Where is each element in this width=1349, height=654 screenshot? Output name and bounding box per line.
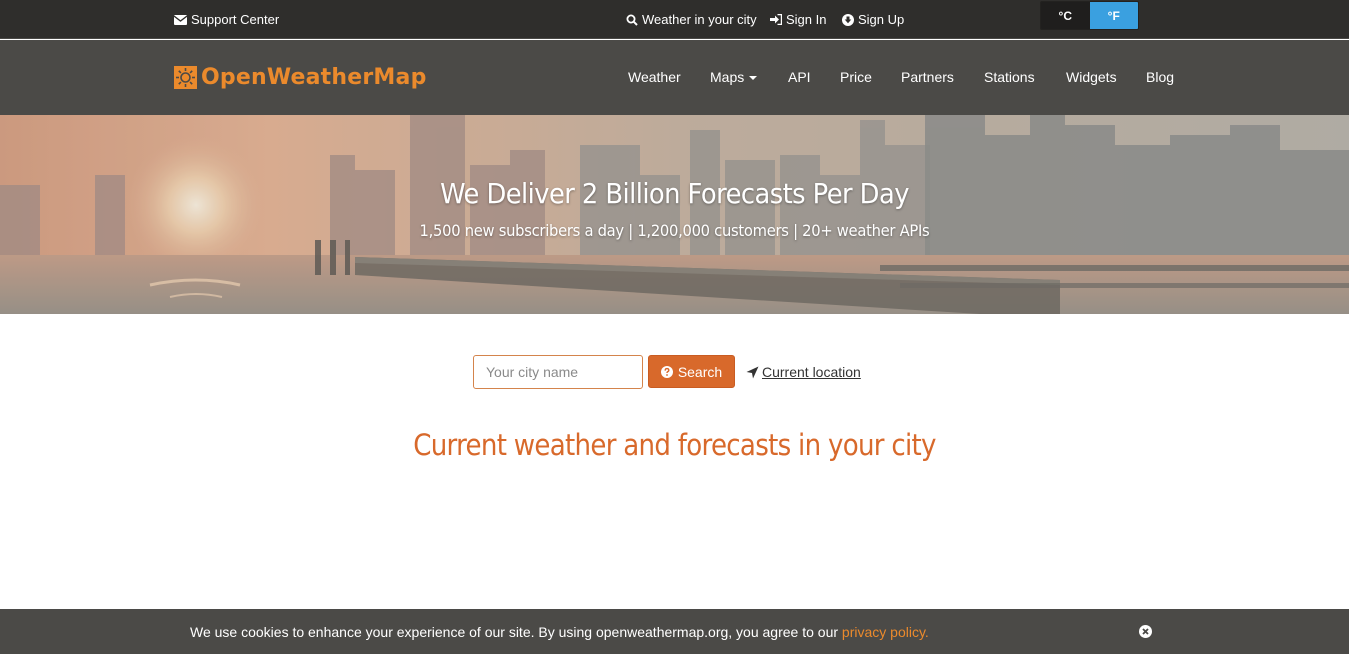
nav-item-stations[interactable]: Stations: [984, 69, 1035, 85]
close-circle-icon[interactable]: [1139, 625, 1152, 638]
envelope-icon: [174, 14, 187, 25]
current-location-link[interactable]: Current location: [746, 364, 861, 380]
current-location-label: Current location: [762, 364, 861, 380]
location-arrow-icon: [746, 366, 759, 378]
page-headline: Current weather and forecasts in your ci…: [413, 428, 936, 462]
chevron-down-icon: [749, 76, 758, 81]
hero-title: We Deliver 2 Billion Forecasts Per Day: [440, 177, 909, 210]
nav-item-partners[interactable]: Partners: [901, 69, 954, 85]
sign-up-icon: [842, 13, 854, 26]
brand-logo-link[interactable]: OpenWeatherMap: [174, 65, 427, 90]
sign-in-icon: [770, 14, 782, 25]
celsius-button[interactable]: °C: [1041, 2, 1090, 29]
nav-item-blog[interactable]: Blog: [1146, 69, 1174, 85]
cookie-text: We use cookies to enhance your experienc…: [190, 624, 842, 640]
top-utility-bar: Support Center Weather in your city Sign…: [0, 0, 1349, 39]
hero-subtitle: 1,500 new subscribers a day | 1,200,000 …: [419, 221, 930, 240]
unit-toggle: °C °F: [1040, 1, 1139, 30]
city-skyline-image: [0, 115, 1349, 314]
fahrenheit-button[interactable]: °F: [1089, 2, 1138, 29]
weather-in-city-label: Weather in your city: [642, 12, 757, 27]
support-center-link[interactable]: Support Center: [174, 12, 279, 27]
sun-logo-icon: [174, 66, 197, 89]
sign-in-link[interactable]: Sign In: [770, 12, 826, 27]
nav-item-api[interactable]: API: [788, 69, 811, 85]
hero-banner: We Deliver 2 Billion Forecasts Per Day 1…: [0, 115, 1349, 314]
search-icon: [626, 14, 638, 26]
nav-item-weather[interactable]: Weather: [628, 69, 681, 85]
nav-item-maps-label: Maps: [710, 69, 745, 85]
sign-up-label: Sign Up: [858, 12, 905, 27]
nav-item-maps[interactable]: Maps: [710, 69, 758, 85]
cookie-message: We use cookies to enhance your experienc…: [190, 624, 929, 640]
privacy-policy-link[interactable]: privacy policy.: [842, 624, 929, 640]
city-search-input[interactable]: [473, 355, 643, 389]
cookie-banner: We use cookies to enhance your experienc…: [0, 609, 1349, 654]
search-button[interactable]: Search: [648, 355, 735, 388]
search-button-label: Search: [677, 363, 723, 380]
nav-item-price[interactable]: Price: [840, 69, 872, 85]
weather-in-city-link[interactable]: Weather in your city: [626, 12, 757, 27]
support-center-label: Support Center: [191, 12, 280, 27]
brand-name: OpenWeatherMap: [201, 65, 427, 90]
sign-up-link[interactable]: Sign Up: [842, 12, 904, 27]
main-navbar: OpenWeatherMap Weather Maps API Price Pa…: [0, 40, 1349, 115]
nav-item-widgets[interactable]: Widgets: [1066, 69, 1117, 85]
question-circle-icon: [660, 365, 673, 378]
sign-in-label: Sign In: [786, 12, 827, 27]
